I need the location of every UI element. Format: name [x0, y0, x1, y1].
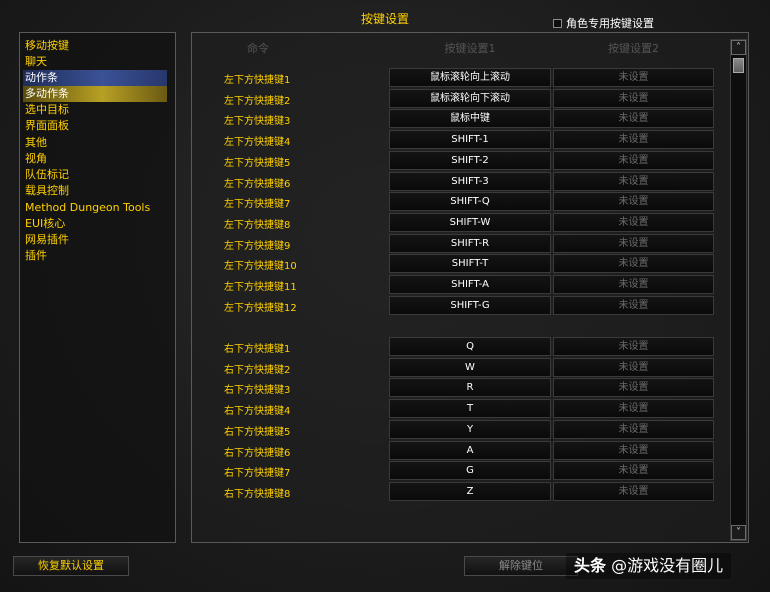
binding-command-label: 右下方快捷键1: [224, 340, 290, 355]
binding-key2-button[interactable]: 未设置: [553, 89, 714, 108]
category-item[interactable]: 其他: [23, 135, 167, 151]
binding-key1-button[interactable]: SHIFT-3: [389, 172, 551, 191]
binding-key1-button[interactable]: SHIFT-W: [389, 213, 551, 232]
binding-key1-button[interactable]: SHIFT-G: [389, 296, 551, 315]
binding-key1-button[interactable]: SHIFT-2: [389, 151, 551, 170]
binding-key2-button[interactable]: 未设置: [553, 172, 714, 191]
binding-key2-button[interactable]: 未设置: [553, 151, 714, 170]
binding-command-label: 左下方快捷键12: [224, 299, 297, 314]
binding-key1-button[interactable]: W: [389, 358, 551, 377]
watermark: 头条 @游戏没有圈儿: [566, 553, 731, 579]
category-item[interactable]: 选中目标: [23, 102, 167, 118]
binding-key1-button[interactable]: R: [389, 378, 551, 397]
category-item[interactable]: Method Dungeon Tools: [23, 200, 167, 216]
binding-command-label: 右下方快捷键6: [224, 444, 290, 459]
binding-command-label: 右下方快捷键3: [224, 381, 290, 396]
unbind-button[interactable]: 解除键位: [464, 556, 578, 576]
binding-command-label: 右下方快捷键4: [224, 402, 290, 417]
binding-command-label: 左下方快捷键7: [224, 195, 290, 210]
category-item[interactable]: 视角: [23, 151, 167, 167]
character-specific-checkbox[interactable]: [553, 19, 562, 28]
binding-key2-button[interactable]: 未设置: [553, 378, 714, 397]
binding-key2-button[interactable]: 未设置: [553, 130, 714, 149]
column-header-command: 命令: [228, 40, 288, 56]
binding-key1-button[interactable]: SHIFT-1: [389, 130, 551, 149]
watermark-brand: 头条: [574, 556, 606, 575]
character-specific-toggle[interactable]: 角色专用按键设置: [553, 15, 654, 31]
binding-key2-button[interactable]: 未设置: [553, 254, 714, 273]
binding-key1-button[interactable]: A: [389, 441, 551, 460]
category-item[interactable]: 动作条: [23, 70, 167, 86]
binding-key1-button[interactable]: 鼠标滚轮向上滚动: [389, 68, 551, 87]
chevron-up-icon[interactable]: ˄: [731, 40, 746, 55]
binding-key1-button[interactable]: SHIFT-Q: [389, 192, 551, 211]
binding-command-label: 左下方快捷键11: [224, 278, 297, 293]
binding-key2-button[interactable]: 未设置: [553, 213, 714, 232]
reset-defaults-button[interactable]: 恢复默认设置: [13, 556, 129, 576]
binding-key2-button[interactable]: 未设置: [553, 192, 714, 211]
category-item[interactable]: 队伍标记: [23, 167, 167, 183]
binding-key2-button[interactable]: 未设置: [553, 337, 714, 356]
character-specific-label: 角色专用按键设置: [566, 15, 654, 31]
binding-command-label: 左下方快捷键8: [224, 216, 290, 231]
binding-key1-button[interactable]: SHIFT-T: [389, 254, 551, 273]
binding-key2-button[interactable]: 未设置: [553, 275, 714, 294]
binding-key1-button[interactable]: T: [389, 399, 551, 418]
binding-key1-button[interactable]: SHIFT-R: [389, 234, 551, 253]
binding-command-label: 左下方快捷键6: [224, 175, 290, 190]
binding-key2-button[interactable]: 未设置: [553, 461, 714, 480]
category-item[interactable]: EUI核心: [23, 216, 167, 232]
category-item[interactable]: 界面面板: [23, 118, 167, 134]
binding-key2-button[interactable]: 未设置: [553, 296, 714, 315]
binding-key2-button[interactable]: 未设置: [553, 234, 714, 253]
binding-command-label: 右下方快捷键8: [224, 485, 290, 500]
binding-command-label: 右下方快捷键5: [224, 423, 290, 438]
binding-key1-button[interactable]: Q: [389, 337, 551, 356]
column-header-key1: 按键设置1: [389, 40, 551, 56]
category-item[interactable]: 载具控制: [23, 183, 167, 199]
binding-key2-button[interactable]: 未设置: [553, 358, 714, 377]
category-item[interactable]: 聊天: [23, 54, 167, 70]
binding-command-label: 左下方快捷键3: [224, 112, 290, 127]
binding-key1-button[interactable]: 鼠标中键: [389, 109, 551, 128]
binding-key1-button[interactable]: SHIFT-A: [389, 275, 551, 294]
binding-key2-button[interactable]: 未设置: [553, 441, 714, 460]
binding-key2-button[interactable]: 未设置: [553, 420, 714, 439]
binding-key1-button[interactable]: Z: [389, 482, 551, 501]
binding-key1-button[interactable]: Y: [389, 420, 551, 439]
binding-command-label: 左下方快捷键1: [224, 71, 290, 86]
binding-key2-button[interactable]: 未设置: [553, 109, 714, 128]
binding-command-label: 左下方快捷键10: [224, 257, 297, 272]
category-item[interactable]: 插件: [23, 248, 167, 264]
watermark-handle: @游戏没有圈儿: [611, 556, 723, 575]
page-title: 按键设置: [0, 10, 770, 27]
chevron-down-icon[interactable]: ˅: [731, 525, 746, 540]
binding-command-label: 左下方快捷键4: [224, 133, 290, 148]
binding-command-label: 左下方快捷键9: [224, 237, 290, 252]
binding-key2-button[interactable]: 未设置: [553, 399, 714, 418]
binding-command-label: 右下方快捷键7: [224, 464, 290, 479]
category-item[interactable]: 移动按键: [23, 38, 167, 54]
category-item[interactable]: 网易插件: [23, 232, 167, 248]
category-item[interactable]: 多动作条: [23, 86, 167, 102]
binding-command-label: 左下方快捷键5: [224, 154, 290, 169]
column-header-key2: 按键设置2: [553, 40, 714, 56]
binding-key2-button[interactable]: 未设置: [553, 482, 714, 501]
binding-key2-button[interactable]: 未设置: [553, 68, 714, 87]
binding-command-label: 左下方快捷键2: [224, 92, 290, 107]
scrollbar[interactable]: ˄ ˅: [730, 39, 747, 541]
scroll-thumb[interactable]: [733, 58, 744, 73]
binding-key1-button[interactable]: 鼠标滚轮向下滚动: [389, 89, 551, 108]
binding-key1-button[interactable]: G: [389, 461, 551, 480]
binding-command-label: 右下方快捷键2: [224, 361, 290, 376]
